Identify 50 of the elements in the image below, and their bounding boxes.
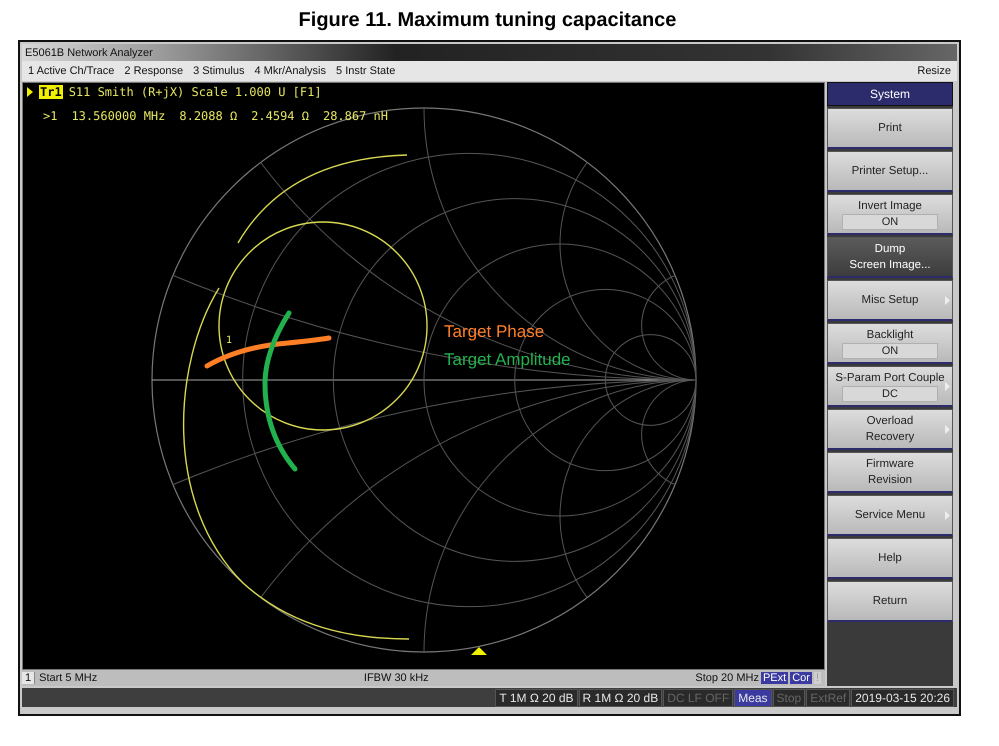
menu-item[interactable]: 3 Stimulus xyxy=(193,65,244,77)
status-indicator: Stop xyxy=(772,688,806,706)
softkey-value: DC xyxy=(842,386,938,402)
trace-description: S11 Smith (R+jX) Scale 1.000 U [F1] xyxy=(68,85,322,99)
marker-value: 13.560000 MHz xyxy=(71,109,166,123)
channel-number: 1 xyxy=(22,672,36,684)
figure-caption: Figure 11. Maximum tuning capacitance xyxy=(298,9,678,33)
start-frequency: Start 5 MHz xyxy=(39,672,98,684)
stop-frequency: Stop 20 MHz xyxy=(695,672,759,684)
menu-item[interactable]: 2 Response xyxy=(124,65,184,77)
softkey-button[interactable]: Invert Image ON xyxy=(827,194,953,235)
menu-item[interactable]: 5 Instr State xyxy=(336,65,396,77)
status-flag: PExt xyxy=(760,672,788,684)
annotation-text: Target Phase xyxy=(444,322,544,342)
softkey-button[interactable]: Print xyxy=(827,108,953,149)
marker-value: 8.2088 Ω xyxy=(179,109,238,123)
status-indicator: T 1M Ω 20 dB xyxy=(495,688,578,706)
softkey-button[interactable]: Help xyxy=(827,538,953,579)
marker-value: 2.4594 Ω xyxy=(251,109,309,123)
menu-item[interactable]: 4 Mkr/Analysis xyxy=(254,65,326,77)
softkey-button[interactable]: Service Menu xyxy=(827,495,953,536)
softkey-button[interactable]: Firmware Revision xyxy=(827,452,953,493)
resize-menu-item[interactable]: Resize xyxy=(917,65,951,77)
status-indicator: ExtRef xyxy=(806,688,850,706)
status-indicator: DC LF OFF xyxy=(663,688,734,706)
softkey-button[interactable]: Dump Screen Image... xyxy=(827,237,953,278)
softkey-button[interactable]: S-Param Port Couple DC xyxy=(827,366,953,407)
softkey-menu-title: System xyxy=(827,82,953,106)
softkey-button[interactable]: Printer Setup... xyxy=(827,151,953,192)
softkey-button[interactable]: Overload Recovery xyxy=(827,409,953,450)
marker-value: 28.867 nH xyxy=(322,109,388,123)
marker-label: 1 xyxy=(226,335,232,346)
status-indicator: Meas xyxy=(734,688,772,706)
window-title: E5061B Network Analyzer xyxy=(25,46,153,58)
trace-tag[interactable]: Tr1 xyxy=(39,85,63,99)
status-flag: Cor xyxy=(790,672,812,684)
softkey-button[interactable]: Misc Setup xyxy=(827,280,953,321)
annotation-text: Target Amplitude xyxy=(444,350,571,370)
softkey-value: ON xyxy=(842,214,938,230)
softkey-value: ON xyxy=(842,343,938,359)
menu-item[interactable]: 1 Active Ch/Trace xyxy=(28,65,114,77)
marker-triangle-icon xyxy=(471,647,487,655)
softkey-button[interactable]: Backlight ON xyxy=(827,323,953,364)
status-flag: ! xyxy=(814,672,821,684)
status-indicator: 2019-03-15 20:26 xyxy=(851,688,954,706)
ifbw-readout: IFBW 30 kHz xyxy=(364,672,429,684)
marker-number: >1 xyxy=(43,109,58,123)
triangle-icon xyxy=(27,87,33,97)
softkey-button[interactable]: Return xyxy=(827,581,953,622)
status-indicator: R 1M Ω 20 dB xyxy=(578,688,662,706)
